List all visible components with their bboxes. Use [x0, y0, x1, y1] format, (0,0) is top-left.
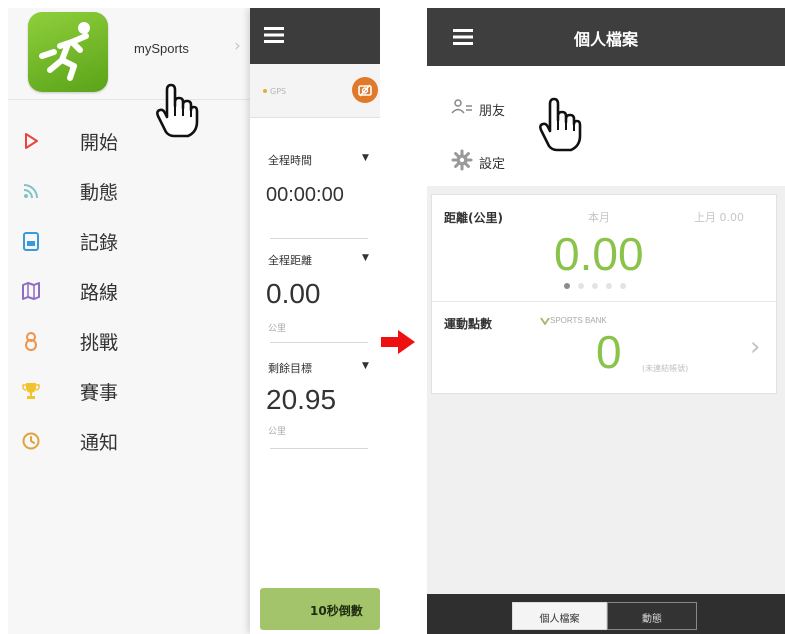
menu-item-label: 通知	[80, 432, 119, 454]
friends-icon	[451, 99, 472, 114]
stat-label-remaining-goal[interactable]: 剩餘目標	[268, 360, 312, 376]
chevron-right-icon: ›	[234, 36, 241, 56]
sports-points-row[interactable]: 運動點數 SPORTS BANK 0 (未連結帳號) ›	[432, 302, 776, 393]
gps-label: GPS	[270, 87, 287, 96]
menu-item-notifications[interactable]: 通知	[8, 416, 254, 466]
countdown-button[interactable]: 10秒倒數	[260, 588, 380, 630]
clock-icon	[22, 432, 40, 450]
distance-value: 0.00	[554, 228, 644, 280]
period-current[interactable]: 本月	[588, 209, 610, 225]
pointing-hand-icon	[156, 83, 199, 138]
divider	[270, 342, 368, 343]
gear-icon	[451, 149, 473, 171]
trophy-icon	[22, 383, 40, 399]
menu-item-friends[interactable]: 朋友	[427, 88, 785, 128]
page-dot[interactable]	[578, 283, 584, 289]
stats-card: 距離(公里) 本月 上月 0.00 0.00 運動點數 SPORTS BANK …	[431, 194, 777, 394]
countdown-button-label: 10秒倒數	[310, 604, 363, 618]
top-bar	[250, 8, 380, 64]
record-icon	[23, 232, 39, 251]
camera-button[interactable]	[352, 77, 378, 103]
gps-status-dot	[263, 89, 267, 93]
menu-item-label: 賽事	[80, 382, 119, 404]
points-label: 運動點數	[444, 317, 493, 331]
page-dot[interactable]	[606, 283, 612, 289]
tab-activity[interactable]: 動態	[607, 602, 697, 630]
page-dot[interactable]	[620, 283, 626, 289]
page-title: 個人檔案	[573, 30, 638, 49]
activity-panel: GPS 全程時間 ▼ 00:00:00 全程距離 ▼ 0.00 公里 剩餘目標 …	[250, 8, 380, 634]
divider	[270, 238, 368, 239]
app-logo	[28, 12, 108, 92]
chevron-right-icon: ›	[750, 332, 761, 362]
profile-menu: 朋友 設定	[427, 66, 785, 186]
dropdown-caret-icon[interactable]: ▼	[362, 253, 369, 263]
menu-item-label: 路線	[80, 282, 119, 304]
drawer-header[interactable]: mySports ›	[8, 8, 254, 100]
menu-item-label: 朋友	[479, 104, 506, 119]
menu-item-records[interactable]: 記錄	[8, 216, 254, 266]
distance-label: 距離(公里)	[444, 211, 503, 225]
divider	[270, 448, 368, 449]
menu-item-start[interactable]: 開始	[8, 116, 254, 166]
right-phone-screen: 個人檔案 朋友 設定 距離(公里) 本月 上月 0.00 0.00 運動點數 S…	[427, 8, 785, 634]
tab-profile[interactable]: 個人檔案	[512, 602, 607, 630]
play-icon	[25, 133, 38, 149]
points-note: (未連結帳號)	[642, 364, 689, 373]
medal-icon	[25, 332, 37, 351]
dropdown-caret-icon[interactable]: ▼	[362, 153, 369, 163]
left-phone-screen: mySports › 開始 動態 記錄 路線 挑戰 賽事 通知 GPS 全程時間…	[8, 8, 380, 634]
camera-icon	[358, 84, 372, 97]
page-dot[interactable]	[592, 283, 598, 289]
top-bar: 個人檔案	[427, 8, 785, 66]
menu-item-events[interactable]: 賽事	[8, 366, 254, 416]
runner-icon	[39, 22, 90, 81]
arrow-right-icon	[381, 330, 415, 354]
menu-item-label: 設定	[479, 157, 506, 172]
tab-label: 動態	[642, 614, 662, 625]
stat-value-duration: 00:00:00	[266, 184, 344, 206]
hamburger-menu-icon[interactable]	[264, 26, 284, 44]
menu-item-feed[interactable]: 動態	[8, 166, 254, 216]
stat-label-duration[interactable]: 全程時間	[268, 152, 312, 168]
sports-bank-label: SPORTS BANK	[550, 316, 607, 325]
period-previous[interactable]: 上月 0.00	[694, 209, 744, 225]
stat-label-distance[interactable]: 全程距離	[268, 252, 312, 268]
menu-item-label: 記錄	[80, 232, 119, 254]
stat-value-distance: 0.00	[266, 278, 321, 309]
page-dot[interactable]	[564, 283, 570, 289]
menu-item-label: 挑戰	[80, 332, 119, 354]
pointing-hand-icon	[539, 97, 582, 152]
bottom-tab-bar: 個人檔案 動態	[427, 594, 785, 634]
route-icon	[22, 282, 40, 300]
gps-status-row: GPS	[250, 64, 380, 118]
tab-label: 個人檔案	[539, 614, 580, 625]
app-name: mySports	[134, 41, 189, 56]
menu-item-challenges[interactable]: 挑戰	[8, 316, 254, 366]
menu-item-routes[interactable]: 路線	[8, 266, 254, 316]
feed-icon	[23, 184, 38, 199]
stat-unit-remaining-goal: 公里	[268, 427, 287, 437]
points-value: 0	[596, 326, 622, 378]
stat-value-remaining-goal: 20.95	[266, 384, 337, 415]
dropdown-caret-icon[interactable]: ▼	[362, 361, 369, 371]
menu-item-label: 開始	[80, 132, 119, 154]
sports-bank-icon	[540, 317, 550, 325]
stat-unit-distance: 公里	[268, 324, 287, 334]
menu-item-label: 動態	[80, 182, 119, 204]
menu-item-settings[interactable]: 設定	[427, 140, 785, 180]
navigation-drawer: mySports › 開始 動態 記錄 路線 挑戰 賽事 通知	[8, 8, 254, 634]
